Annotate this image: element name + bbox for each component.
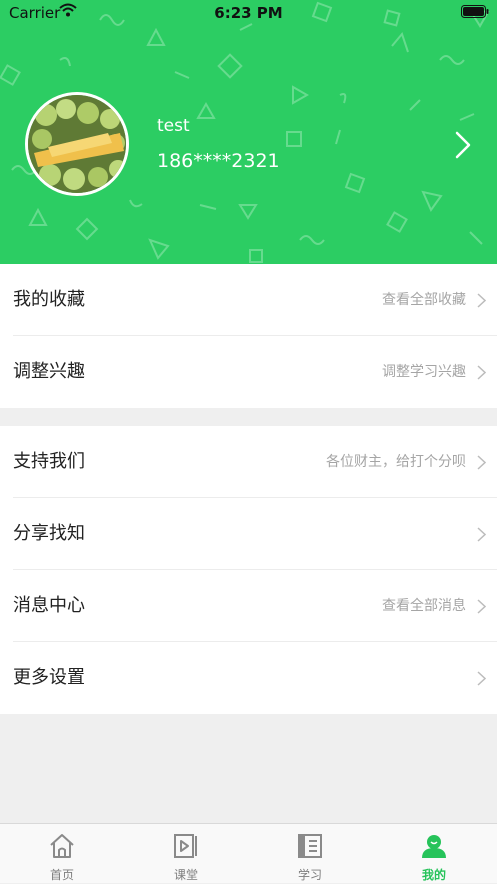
- home-icon: [50, 834, 74, 858]
- battery-icon: [461, 5, 489, 18]
- chevron-right-icon: [477, 365, 486, 380]
- menu-group-secondary: 支持我们 各位财主，给打个分呗 分享找知 消息中心 查看全部消息 更多设置: [0, 426, 497, 714]
- tab-label: 首页: [49, 868, 74, 882]
- chevron-right-icon: [477, 293, 486, 308]
- avatar[interactable]: [25, 92, 129, 196]
- menu-item-title: 分享找知: [13, 523, 85, 544]
- profile-phone: 186****2321: [157, 150, 280, 172]
- profile-name: test: [157, 116, 190, 136]
- chevron-right-icon[interactable]: [455, 131, 471, 159]
- menu-item-title: 消息中心: [13, 595, 85, 616]
- tab-study[interactable]: 学习: [248, 824, 372, 884]
- profile-header[interactable]: Carrier 6:23 PM test 186****2321: [0, 0, 497, 264]
- menu-item-favorites[interactable]: 我的收藏 查看全部收藏: [0, 264, 497, 336]
- menu-item-settings[interactable]: 更多设置: [0, 642, 497, 714]
- tab-bar: 首页 课堂 学习 我的: [0, 823, 497, 883]
- menu-group-primary: 我的收藏 查看全部收藏 调整兴趣 调整学习兴趣: [0, 264, 497, 408]
- menu-item-title: 我的收藏: [13, 289, 85, 310]
- tab-label: 学习: [297, 868, 322, 882]
- menu-item-title: 更多设置: [13, 667, 85, 688]
- chevron-right-icon: [477, 455, 486, 470]
- avatar-image: [28, 95, 126, 193]
- menu-item-support[interactable]: 支持我们 各位财主，给打个分呗: [0, 426, 497, 498]
- chevron-right-icon: [477, 599, 486, 614]
- chevron-right-icon: [477, 671, 486, 686]
- menu-item-hint: 各位财主，给打个分呗: [326, 454, 466, 470]
- tab-label: 课堂: [173, 868, 198, 882]
- tab-classroom[interactable]: 课堂: [124, 824, 248, 884]
- profile-icon: [422, 835, 446, 858]
- notebook-icon: [298, 834, 322, 858]
- status-bar: Carrier 6:23 PM: [0, 0, 497, 26]
- menu-item-hint: 查看全部消息: [382, 598, 466, 614]
- tab-mine[interactable]: 我的: [372, 824, 496, 884]
- menu-item-hint: 查看全部收藏: [382, 292, 466, 308]
- menu-item-title: 调整兴趣: [13, 361, 85, 382]
- menu-item-title: 支持我们: [13, 451, 85, 472]
- menu-item-hint: 调整学习兴趣: [382, 364, 466, 380]
- chevron-right-icon: [477, 527, 486, 542]
- video-icon: [174, 834, 197, 858]
- tab-home[interactable]: 首页: [0, 824, 124, 884]
- menu-item-interests[interactable]: 调整兴趣 调整学习兴趣: [0, 336, 497, 408]
- menu-item-messages[interactable]: 消息中心 查看全部消息: [0, 570, 497, 642]
- tab-label: 我的: [421, 868, 446, 882]
- clock: 6:23 PM: [214, 4, 283, 22]
- menu-item-share[interactable]: 分享找知: [0, 498, 497, 570]
